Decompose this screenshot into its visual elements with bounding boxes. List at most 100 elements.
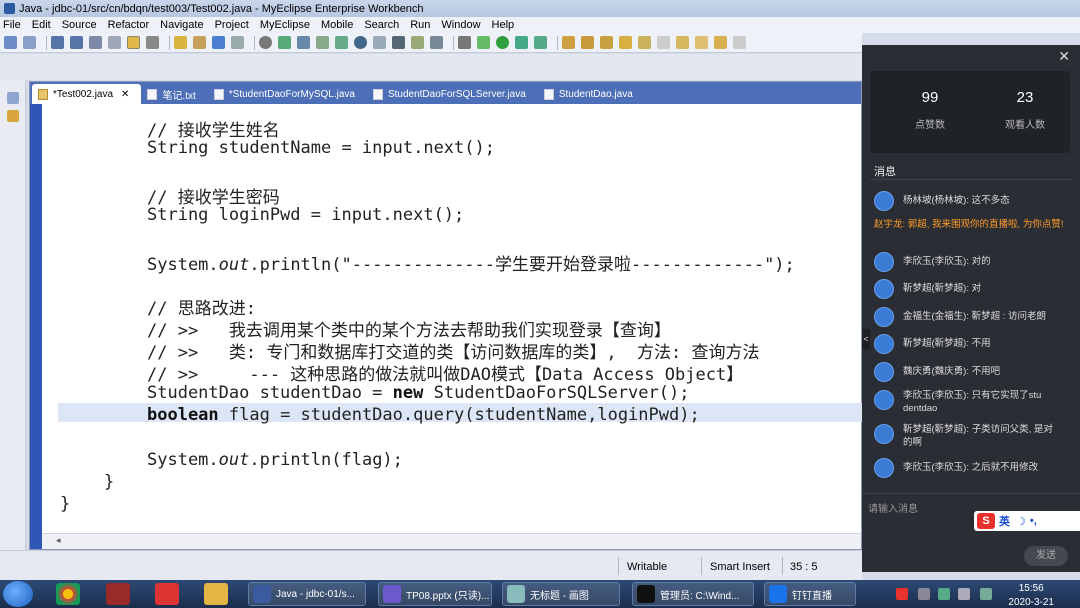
open-icon[interactable]	[23, 36, 36, 49]
menu-file[interactable]: File	[3, 19, 21, 31]
menu-run[interactable]: Run	[410, 19, 430, 31]
key-icon[interactable]	[174, 36, 187, 49]
send-button[interactable]: 发送	[1024, 546, 1068, 566]
message-text: 李欣玉(李欣玉): 只有它实现了studentdao	[903, 390, 1042, 414]
new-icon[interactable]	[4, 36, 17, 49]
menu-help[interactable]: Help	[492, 19, 515, 31]
keyboard-tray-icon[interactable]	[918, 588, 930, 600]
tab-studentdao[interactable]: StudentDao.java	[538, 84, 645, 104]
viewers-label: 观看人数	[1005, 120, 1045, 131]
search-file-icon[interactable]	[619, 36, 632, 49]
save-all-icon[interactable]	[70, 36, 83, 49]
debug-icon[interactable]	[477, 36, 490, 49]
terminal-app-icon[interactable]	[106, 583, 130, 605]
menu-source[interactable]: Source	[62, 19, 97, 31]
deploy-icon[interactable]	[212, 36, 225, 49]
wizard-icon[interactable]	[411, 36, 424, 49]
chrome-icon[interactable]	[56, 583, 80, 605]
status-writable: Writable	[627, 561, 668, 573]
package-explorer-icon[interactable]	[7, 92, 19, 104]
collapse-panel-button[interactable]: <	[862, 329, 870, 349]
search-tool-icon[interactable]	[297, 36, 310, 49]
package-icon[interactable]	[562, 36, 575, 49]
globe-icon[interactable]	[259, 36, 272, 49]
code-line: boolean flag = studentDao.query(studentN…	[147, 405, 700, 425]
ime-toolbar[interactable]: S 英 ☽ •,	[974, 511, 1080, 531]
message-text: 靳梦超(靳梦超): 对	[903, 283, 982, 294]
tab-test002[interactable]: *Test002.java ✕	[32, 84, 142, 104]
tab-notes[interactable]: 笔记.txt	[141, 84, 207, 104]
menu-search[interactable]: Search	[364, 19, 399, 31]
folder-icon[interactable]	[204, 583, 228, 605]
ime-mode[interactable]: 英	[999, 513, 1010, 529]
annotation-icon[interactable]	[676, 36, 689, 49]
pen-icon[interactable]	[278, 36, 291, 49]
print-icon[interactable]	[89, 36, 102, 49]
message-input[interactable]: 请输入消息	[868, 500, 918, 515]
h-app-icon[interactable]	[155, 583, 179, 605]
system-clock[interactable]: 15:56 2020-3-21	[1008, 583, 1054, 608]
brush-icon[interactable]	[638, 36, 651, 49]
java-file-icon	[38, 88, 48, 100]
horizontal-scrollbar[interactable]: ◂	[42, 533, 861, 549]
volume-tray-icon[interactable]	[958, 588, 970, 600]
menu-window[interactable]: Window	[441, 19, 480, 31]
list-item: 李欣玉(李欣玉): 对的	[874, 251, 1069, 272]
save-icon[interactable]	[51, 36, 64, 49]
task-cmd[interactable]: 管理员: C:\Wind...	[632, 582, 754, 606]
class-icon[interactable]	[581, 36, 594, 49]
code-token: out	[218, 450, 250, 470]
battery-tray-icon[interactable]	[980, 588, 992, 600]
list-item: 杨林坡(杨林坡): 这不多态	[874, 190, 1069, 211]
menu-edit[interactable]: Edit	[32, 19, 51, 31]
menu-mobile[interactable]: Mobile	[321, 19, 353, 31]
browser-icon[interactable]	[231, 36, 244, 49]
task-myeclipse[interactable]: Java - jdbc-01/s...	[248, 582, 366, 606]
sogou-tray-icon[interactable]	[896, 588, 908, 600]
tools-icon[interactable]	[146, 36, 159, 49]
outline-icon[interactable]	[7, 110, 19, 122]
status-divider	[618, 557, 619, 575]
run-icon[interactable]	[496, 36, 509, 49]
network-tray-icon[interactable]	[938, 588, 950, 600]
status-cursor-position: 35 : 5	[790, 561, 818, 573]
bookmark-icon[interactable]	[335, 36, 348, 49]
menu-navigate[interactable]: Navigate	[160, 19, 203, 31]
moon-icon[interactable]: ☽	[1016, 515, 1026, 528]
task-dingtalk-live[interactable]: 钉钉直播	[764, 582, 856, 606]
tab-studentdaoformysql[interactable]: *StudentDaoForMySQL.java	[208, 84, 367, 104]
link-icon[interactable]	[373, 36, 386, 49]
next-annotation-icon[interactable]	[695, 36, 708, 49]
coverage-icon[interactable]	[534, 36, 547, 49]
folder-icon[interactable]	[600, 36, 613, 49]
toggle-icon[interactable]	[127, 36, 140, 49]
menu-project[interactable]: Project	[215, 19, 249, 31]
plugin-icon[interactable]	[316, 36, 329, 49]
close-icon[interactable]: ✕	[1058, 48, 1070, 65]
tab-studentdaoforsqlserver[interactable]: StudentDaoForSQLServer.java	[367, 84, 538, 104]
circle-icon[interactable]	[354, 36, 367, 49]
close-icon[interactable]: ✕	[121, 89, 129, 100]
status-bar: Writable Smart Insert 35 : 5	[0, 550, 862, 580]
menu-refactor[interactable]: Refactor	[108, 19, 150, 31]
likes-label: 点赞数	[915, 120, 945, 131]
start-button[interactable]	[3, 581, 33, 607]
punctuation-icon[interactable]: •,	[1030, 515, 1037, 527]
settings-icon[interactable]	[458, 36, 471, 49]
code-area[interactable]: // 接收学生姓名 String studentName = input.nex…	[42, 104, 864, 549]
external-tools-icon[interactable]	[515, 36, 528, 49]
hand-icon[interactable]	[193, 36, 206, 49]
screen-icon[interactable]	[657, 36, 670, 49]
forward-icon[interactable]	[733, 36, 746, 49]
scroll-left-icon[interactable]: ◂	[56, 535, 61, 546]
code-token: .println(flag);	[249, 450, 403, 470]
server-icon[interactable]	[108, 36, 121, 49]
db-icon[interactable]	[430, 36, 443, 49]
back-icon[interactable]	[714, 36, 727, 49]
task-paint[interactable]: 无标题 - 画图	[502, 582, 620, 606]
bug-tool-icon[interactable]	[392, 36, 405, 49]
menu-myeclipse[interactable]: MyEclipse	[260, 19, 310, 31]
status-divider	[701, 557, 702, 575]
task-powerpoint[interactable]: TP08.pptx (只读)...	[378, 582, 492, 606]
window-title-bar: Java - jdbc-01/src/cn/bdqn/test003/Test0…	[0, 0, 1080, 17]
